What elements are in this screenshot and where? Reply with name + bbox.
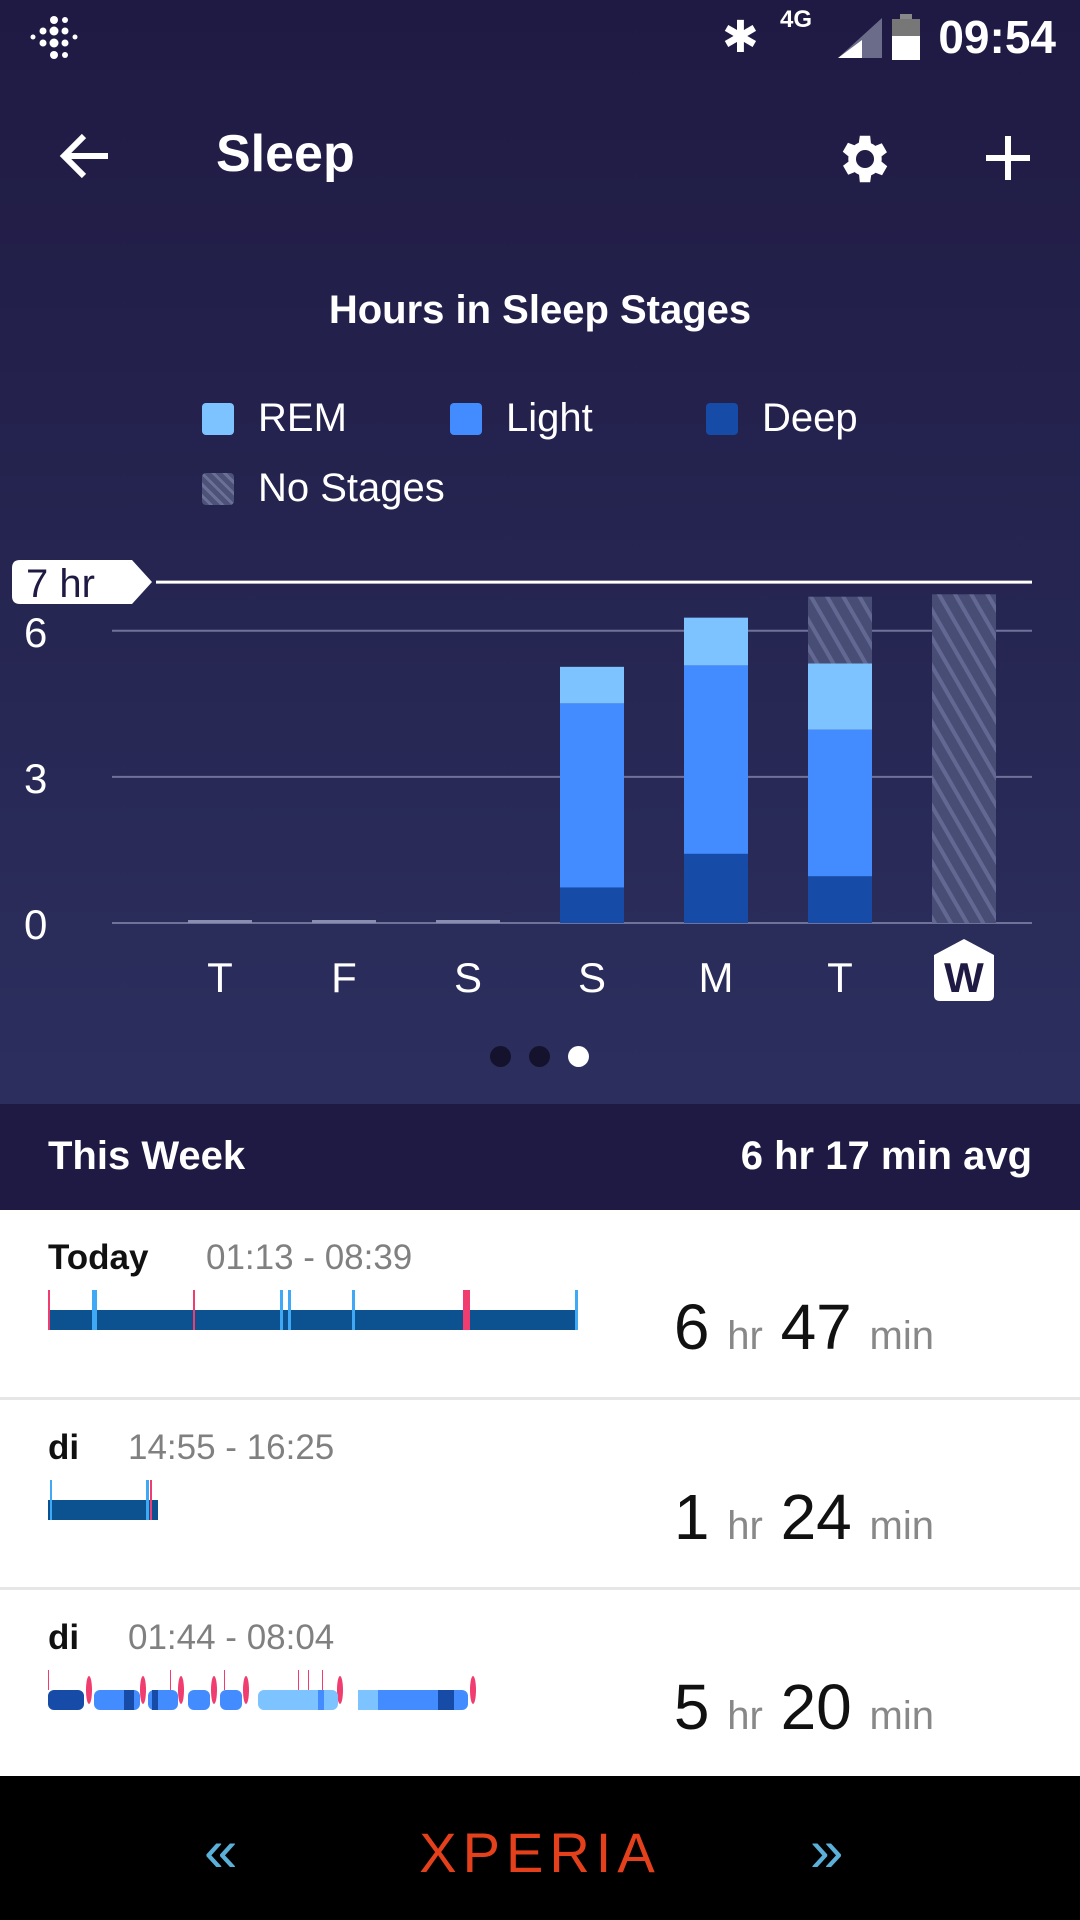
hours-unit: hr [727, 1314, 763, 1358]
y-tick-label: 0 [24, 901, 47, 948]
deep-swatch [706, 402, 738, 435]
network-type: 4G [780, 6, 813, 33]
bar-segment-no-stages[interactable] [932, 594, 996, 923]
bar-segment-no-stages[interactable] [808, 596, 872, 664]
nav-forward-chevrons-icon[interactable]: » [810, 1816, 843, 1885]
page-dot-active[interactable] [568, 1046, 589, 1067]
minutes: 47 [780, 1291, 852, 1363]
x-tick-label[interactable]: W [944, 954, 984, 1001]
y-tick-label: 3 [24, 755, 47, 802]
entry-duration: 1 hr 24 min [674, 1480, 934, 1554]
minutes-unit: min [869, 1504, 934, 1548]
hours-unit: hr [727, 1504, 763, 1548]
hours: 5 [673, 1671, 710, 1743]
bar-empty [188, 920, 252, 923]
bar-segment-deep[interactable] [808, 876, 872, 923]
rem-swatch [202, 402, 234, 435]
x-tick-label[interactable]: S [454, 954, 482, 1001]
bar-segment-rem[interactable] [808, 663, 872, 730]
sleep-stages-chart: 0 3 6 T F S S M T W 7 hr [12, 560, 1032, 1001]
entry-day: di [48, 1428, 80, 1467]
minutes-unit: min [869, 1314, 934, 1358]
hours: 1 [673, 1481, 710, 1553]
signal-icon [838, 18, 882, 58]
minutes: 20 [780, 1671, 852, 1743]
light-swatch [450, 402, 482, 435]
sleep-dashboard: ✱ 4G 09:54 Sleep Hours in Sleep Stages R… [0, 0, 1080, 1104]
x-tick-label[interactable]: S [578, 954, 606, 1001]
goal-label: 7 hr [26, 562, 95, 606]
x-tick-label[interactable]: F [331, 954, 357, 1001]
page-dot[interactable] [490, 1046, 511, 1067]
chart-title: Hours in Sleep Stages [328, 288, 752, 332]
x-tick-label[interactable]: T [827, 954, 853, 1001]
bar-empty [436, 920, 500, 923]
page-dot[interactable] [529, 1046, 550, 1067]
x-tick-label[interactable]: M [699, 954, 734, 1001]
summary-label: This Week [48, 1134, 246, 1178]
sleep-entry[interactable]: di 01:44 - 08:04 5 hr 20 min [0, 1590, 1080, 1776]
bar-segment-light[interactable] [560, 703, 624, 888]
legend-label: Deep [762, 396, 858, 440]
legend-no-stages: No Stages [202, 466, 445, 511]
no-stages-swatch [202, 472, 234, 505]
summary-average: 6 hr 17 min avg [740, 1134, 1032, 1178]
fitbit-logo-icon [30, 16, 78, 59]
bar-empty [312, 920, 376, 923]
week-summary: This Week 6 hr 17 min avg [0, 1104, 1080, 1210]
back-arrow-icon[interactable] [58, 132, 112, 180]
xperia-logo: XPERIA [419, 1821, 661, 1884]
entry-time: 01:13 - 08:39 [206, 1238, 413, 1277]
entry-time: 01:44 - 08:04 [128, 1618, 335, 1657]
goal-marker: 7 hr [12, 560, 152, 606]
add-icon[interactable] [984, 134, 1032, 182]
page-indicator [490, 1046, 589, 1067]
bluetooth-icon: ✱ [722, 13, 759, 62]
sleep-timeline [48, 1670, 476, 1710]
battery-icon [892, 14, 920, 60]
legend-rem: REM [202, 396, 347, 441]
x-tick-label[interactable]: T [207, 954, 233, 1001]
sleep-timeline [48, 1290, 578, 1330]
bar-segment-deep[interactable] [560, 887, 624, 923]
status-bar: ✱ 4G 09:54 [0, 0, 1080, 75]
page-title: Sleep [216, 125, 355, 183]
bar-segment-deep[interactable] [684, 853, 748, 923]
minutes-unit: min [869, 1694, 934, 1738]
entry-duration: 6 hr 47 min [674, 1290, 934, 1364]
legend-light: Light [450, 396, 593, 441]
legend-label: No Stages [258, 466, 445, 510]
y-tick-label: 6 [24, 609, 47, 656]
minutes: 24 [780, 1481, 852, 1553]
hours-unit: hr [727, 1694, 763, 1738]
entry-day: di [48, 1618, 80, 1657]
legend-label: Light [506, 396, 593, 440]
clock: 09:54 [938, 11, 1056, 63]
entry-time: 14:55 - 16:25 [128, 1428, 335, 1467]
gear-icon[interactable] [834, 128, 896, 190]
system-nav-bar: « XPERIA » [0, 1776, 1080, 1920]
hours: 6 [673, 1291, 710, 1363]
entry-duration: 5 hr 20 min [674, 1670, 934, 1744]
legend-label: REM [258, 396, 347, 440]
bar-segment-light[interactable] [684, 665, 748, 854]
bar-segment-light[interactable] [808, 729, 872, 877]
bar-segment-rem[interactable] [560, 666, 624, 704]
sleep-entry[interactable]: Today 01:13 - 08:39 6 hr 47 min [0, 1210, 1080, 1400]
sleep-entry[interactable]: di 14:55 - 16:25 1 hr 24 min [0, 1400, 1080, 1590]
bar-segment-rem[interactable] [684, 617, 748, 666]
entry-day: Today [48, 1238, 149, 1277]
legend-deep: Deep [706, 396, 858, 441]
sleep-timeline [48, 1480, 158, 1520]
